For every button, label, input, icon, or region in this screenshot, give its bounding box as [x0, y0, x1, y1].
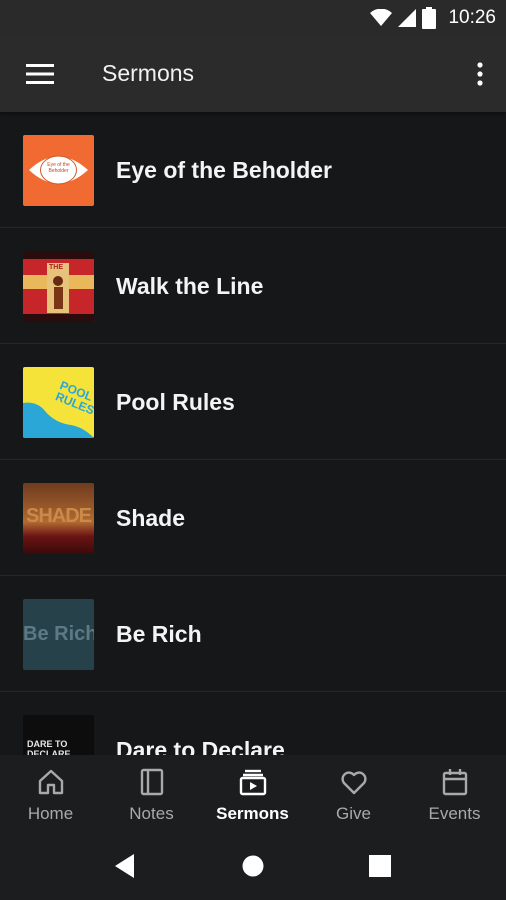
nav-label: Events: [428, 804, 481, 823]
sermon-list-item[interactable]: Eye of the Beholder Eye of the Beholder: [0, 112, 506, 228]
menu-button[interactable]: [18, 54, 62, 94]
sermon-thumbnail: Eye of the Beholder: [23, 135, 94, 206]
sermon-title: Shade: [116, 505, 186, 531]
sermon-title: Eye of the Beholder: [116, 157, 332, 183]
sermons-icon: [239, 769, 267, 796]
calendar-icon: [442, 769, 468, 796]
sermon-list-item[interactable]: Be Rich Be Rich: [0, 576, 506, 692]
sermon-title: Pool Rules: [116, 389, 235, 415]
sermon-thumbnail: SHADE: [23, 483, 94, 554]
nav-label: Give: [336, 804, 371, 823]
hamburger-menu-icon: [26, 64, 54, 84]
nav-label: Home: [27, 804, 74, 823]
page-title: Sermons: [102, 60, 195, 86]
sermon-thumbnail: THE: [23, 251, 94, 322]
sermon-thumbnail: POOL RULES: [23, 367, 94, 438]
bottom-navigation: Home Notes Sermons Give Events: [0, 755, 506, 833]
sermon-title: Dare to Declare: [116, 737, 285, 755]
more-options-button[interactable]: [468, 54, 492, 94]
system-navigation-bar: [0, 833, 506, 900]
home-circle-icon[interactable]: [242, 855, 264, 877]
sermon-list-item[interactable]: SHADE Shade: [0, 460, 506, 576]
sermon-thumbnail: DARE TO DECLARE: [23, 715, 94, 755]
sermon-list-item[interactable]: THE Walk the Line: [0, 228, 506, 344]
recents-icon[interactable]: [369, 855, 391, 877]
status-bar: 10:26: [0, 0, 506, 36]
more-vertical-icon: [477, 62, 483, 86]
home-icon: [38, 769, 64, 795]
sermon-list-item[interactable]: DARE TO DECLARE Dare to Declare: [0, 692, 506, 755]
cell-signal-icon: [398, 9, 417, 27]
heart-icon: [341, 771, 367, 795]
nav-label: Notes: [129, 804, 174, 823]
sermon-list: Eye of the Beholder Eye of the Beholder …: [0, 112, 506, 755]
sermon-list-item[interactable]: POOL RULES Pool Rules: [0, 344, 506, 460]
sermon-title: Walk the Line: [116, 273, 264, 299]
app-bar: Sermons: [0, 36, 506, 112]
back-icon[interactable]: [114, 853, 136, 879]
sermon-title: Be Rich: [116, 621, 202, 647]
nav-sermons[interactable]: Sermons: [202, 755, 303, 833]
battery-icon: [422, 7, 437, 29]
nav-home[interactable]: Home: [0, 755, 101, 833]
nav-label: Sermons: [216, 804, 289, 823]
nav-events[interactable]: Events: [404, 755, 505, 833]
wifi-icon: [370, 9, 393, 26]
nav-give[interactable]: Give: [303, 755, 404, 833]
nav-notes[interactable]: Notes: [101, 755, 202, 833]
status-time: 10:26: [448, 7, 496, 28]
notes-icon: [140, 768, 164, 796]
sermon-thumbnail: Be Rich: [23, 599, 94, 670]
